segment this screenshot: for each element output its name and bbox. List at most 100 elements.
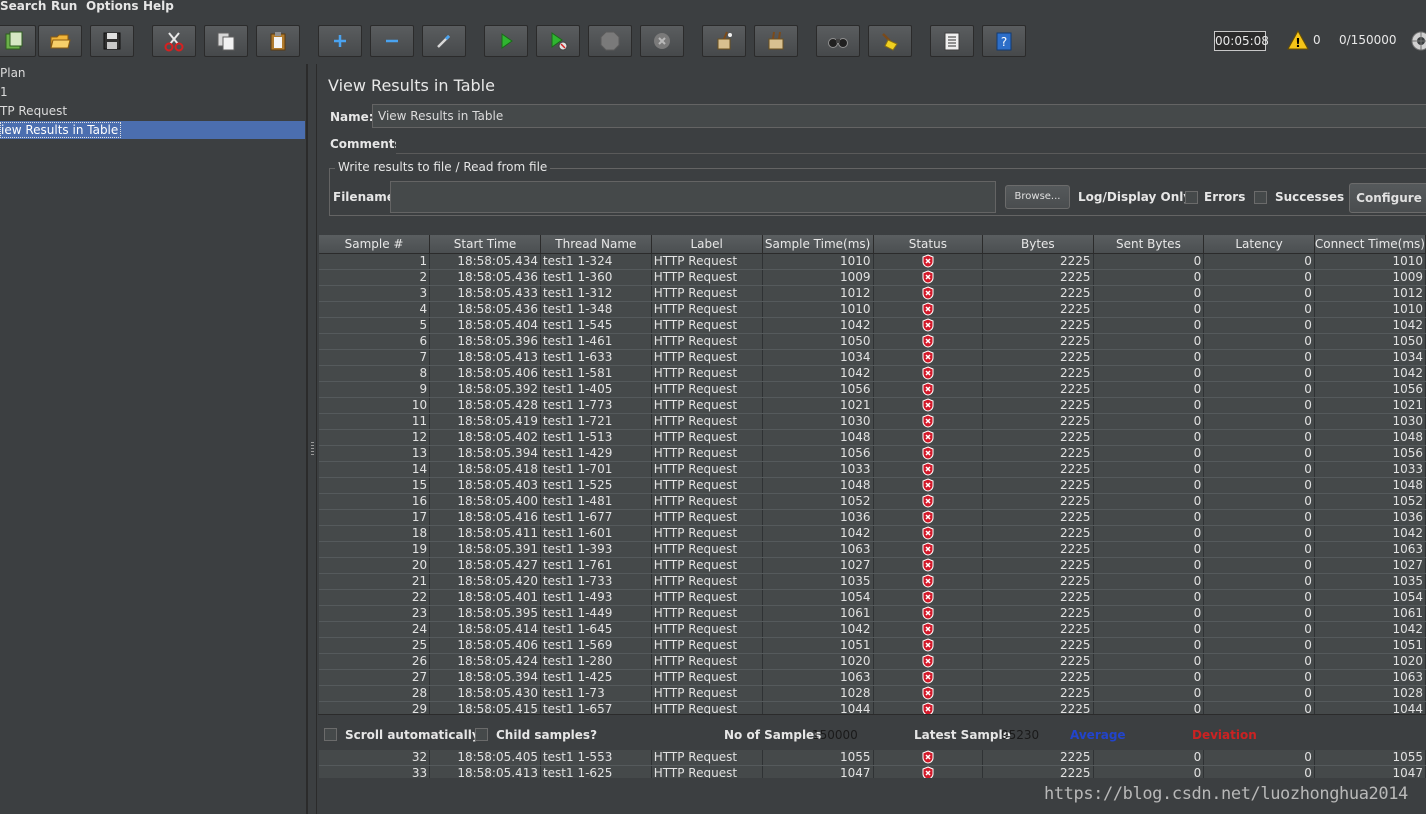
- menu-run[interactable]: Run: [51, 0, 77, 14]
- menu-options[interactable]: Options: [86, 0, 139, 14]
- table-cell: 0: [1203, 493, 1315, 510]
- reset-search-button[interactable]: [868, 25, 912, 57]
- table-row[interactable]: 7 18:58:05.413 test1 1-633 HTTP Request 1034…: [319, 349, 1426, 366]
- table-cell: 1063: [762, 541, 874, 558]
- collapse-button[interactable]: [370, 25, 414, 57]
- shutdown-button[interactable]: [640, 25, 684, 57]
- results-table[interactable]: Sample # Start Time Thread Name Label Sample…: [319, 235, 1426, 778]
- table-row[interactable]: 8 18:58:05.406 test1 1-581 HTTP Request 1042…: [319, 365, 1426, 382]
- column-header[interactable]: Sent Bytes: [1093, 235, 1205, 254]
- clear-button[interactable]: [702, 25, 746, 57]
- function-helper-button[interactable]: [930, 25, 974, 57]
- tree-item-view-results-table[interactable]: iew Results in Table: [0, 121, 305, 139]
- table-row[interactable]: 32 18:58:05.405 test1 1-553 HTTP Request 105…: [319, 749, 1426, 766]
- table-row[interactable]: 10 18:58:05.428 test1 1-773 HTTP Request 102…: [319, 397, 1426, 414]
- child-samples-checkbox[interactable]: [475, 728, 488, 741]
- table-cell: 0: [1093, 365, 1205, 382]
- table-row[interactable]: 24 18:58:05.414 test1 1-645 HTTP Request 104…: [319, 621, 1426, 638]
- table-row[interactable]: 14 18:58:05.418 test1 1-701 HTTP Request 103…: [319, 461, 1426, 478]
- paste-button[interactable]: [256, 25, 300, 57]
- copy-button[interactable]: [204, 25, 248, 57]
- table-row[interactable]: 17 18:58:05.416 test1 1-677 HTTP Request 103…: [319, 509, 1426, 526]
- name-input[interactable]: [372, 104, 1426, 128]
- column-header[interactable]: Bytes: [982, 235, 1094, 254]
- minus-icon: [386, 39, 398, 43]
- start-no-pauses-button[interactable]: [536, 25, 580, 57]
- successes-checkbox[interactable]: [1254, 191, 1267, 204]
- scroll-auto-checkbox[interactable]: [324, 728, 337, 741]
- table-row[interactable]: 26 18:58:05.424 test1 1-280 HTTP Request 102…: [319, 653, 1426, 670]
- remote-engine-icon[interactable]: [1410, 30, 1426, 52]
- table-row[interactable]: 12 18:58:05.402 test1 1-513 HTTP Request 104…: [319, 429, 1426, 446]
- table-row[interactable]: 16 18:58:05.400 test1 1-481 HTTP Request 105…: [319, 493, 1426, 510]
- table-cell: 1056: [1314, 381, 1426, 398]
- table-cell: HTTP Request: [651, 589, 763, 606]
- table-cell: 1056: [762, 381, 874, 398]
- cut-button[interactable]: [152, 25, 196, 57]
- menu-search[interactable]: Search: [0, 0, 46, 14]
- menu-help[interactable]: Help: [143, 0, 174, 14]
- templates-button[interactable]: [0, 25, 36, 57]
- warning-icon[interactable]: !: [1287, 30, 1309, 50]
- column-header[interactable]: Connect Time(ms): [1314, 235, 1426, 254]
- table-row[interactable]: 23 18:58:05.395 test1 1-449 HTTP Request 106…: [319, 605, 1426, 622]
- table-row[interactable]: 4 18:58:05.436 test1 1-348 HTTP Request 1010…: [319, 301, 1426, 318]
- table-cell: 0: [1203, 365, 1315, 382]
- stop-button[interactable]: [588, 25, 632, 57]
- tree-item-thread-group[interactable]: 1: [0, 83, 8, 101]
- table-row[interactable]: 15 18:58:05.403 test1 1-525 HTTP Request 104…: [319, 477, 1426, 494]
- table-row[interactable]: 25 18:58:05.406 test1 1-569 HTTP Request 105…: [319, 637, 1426, 654]
- table-row[interactable]: 11 18:58:05.419 test1 1-721 HTTP Request 103…: [319, 413, 1426, 430]
- column-header[interactable]: Sample #: [319, 235, 431, 254]
- table-cell: 1042: [762, 365, 874, 382]
- column-header[interactable]: Thread Name: [540, 235, 652, 254]
- column-header[interactable]: Label: [651, 235, 763, 254]
- results-panel: View Results in Table Name: Comments: Wr…: [318, 64, 1426, 814]
- comments-input[interactable]: [396, 134, 1426, 154]
- table-cell: 18:58:05.406: [429, 637, 541, 654]
- filename-input[interactable]: [390, 181, 996, 213]
- table-row[interactable]: 1 18:58:05.434 test1 1-324 HTTP Request 1010…: [319, 253, 1426, 270]
- table-cell: test1 1-677: [540, 509, 652, 526]
- table-cell: 18:58:05.394: [429, 669, 541, 686]
- table-row[interactable]: 20 18:58:05.427 test1 1-761 HTTP Request 102…: [319, 557, 1426, 574]
- table-cell: HTTP Request: [651, 461, 763, 478]
- table-row[interactable]: 22 18:58:05.401 test1 1-493 HTTP Request 105…: [319, 589, 1426, 606]
- start-button[interactable]: [484, 25, 528, 57]
- tree-item-http-request[interactable]: TP Request: [0, 102, 67, 120]
- splitter-grip[interactable]: [311, 442, 314, 456]
- browse-button[interactable]: Browse...: [1005, 185, 1070, 209]
- table-cell: HTTP Request: [651, 557, 763, 574]
- column-header[interactable]: Sample Time(ms): [762, 235, 874, 254]
- column-header[interactable]: Status: [873, 235, 984, 254]
- table-row[interactable]: 3 18:58:05.433 test1 1-312 HTTP Request 1012…: [319, 285, 1426, 302]
- table-cell: 0: [1093, 653, 1205, 670]
- table-row[interactable]: 2 18:58:05.436 test1 1-360 HTTP Request 1009…: [319, 269, 1426, 286]
- svg-text:!: !: [1295, 36, 1300, 50]
- table-cell: 0: [1203, 397, 1315, 414]
- table-row[interactable]: 19 18:58:05.391 test1 1-393 HTTP Request 106…: [319, 541, 1426, 558]
- configure-button[interactable]: Configure: [1349, 183, 1426, 213]
- table-row[interactable]: 5 18:58:05.404 test1 1-545 HTTP Request 1042…: [319, 317, 1426, 334]
- help-button[interactable]: ?: [982, 25, 1026, 57]
- split-pane-divider[interactable]: [307, 64, 317, 814]
- search-button[interactable]: [816, 25, 860, 57]
- table-row[interactable]: 27 18:58:05.394 test1 1-425 HTTP Request 106…: [319, 669, 1426, 686]
- open-button[interactable]: [38, 25, 82, 57]
- table-row[interactable]: 21 18:58:05.420 test1 1-733 HTTP Request 103…: [319, 573, 1426, 590]
- table-row[interactable]: 13 18:58:05.394 test1 1-429 HTTP Request 105…: [319, 445, 1426, 462]
- table-row[interactable]: 18 18:58:05.411 test1 1-601 HTTP Request 104…: [319, 525, 1426, 542]
- table-row[interactable]: 6 18:58:05.396 test1 1-461 HTTP Request 1050…: [319, 333, 1426, 350]
- tree-item-test-plan[interactable]: Plan: [0, 64, 26, 82]
- toggle-button[interactable]: [422, 25, 466, 57]
- table-row[interactable]: 9 18:58:05.392 test1 1-405 HTTP Request 1056…: [319, 381, 1426, 398]
- table-row[interactable]: 33 18:58:05.413 test1 1-625 HTTP Request 104…: [319, 765, 1426, 778]
- expand-button[interactable]: [318, 25, 362, 57]
- column-header[interactable]: Start Time: [429, 235, 541, 254]
- clear-all-button[interactable]: [754, 25, 798, 57]
- save-button[interactable]: [90, 25, 134, 57]
- column-header[interactable]: Latency: [1203, 235, 1315, 254]
- errors-checkbox[interactable]: [1185, 191, 1198, 204]
- table-row[interactable]: 28 18:58:05.430 test1 1-73 HTTP Request 1028…: [319, 685, 1426, 702]
- table-cell: 18:58:05.396: [429, 333, 541, 350]
